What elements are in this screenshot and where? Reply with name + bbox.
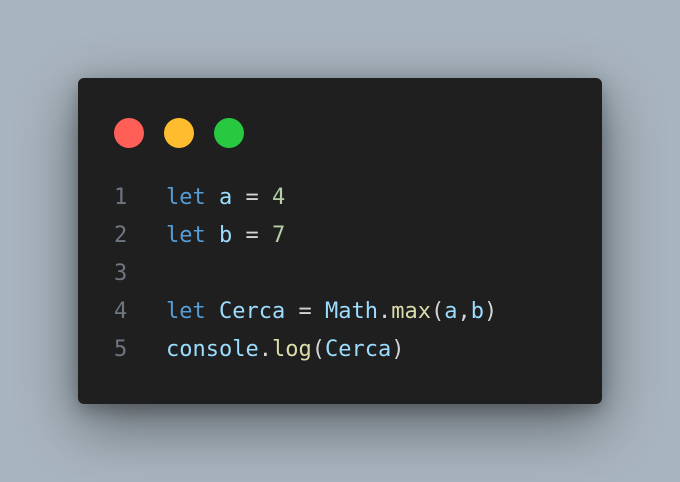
variable-token: a: [219, 184, 233, 210]
variable-token: Cerca: [324, 336, 392, 362]
variable-token: b: [470, 298, 484, 324]
function-token: log: [271, 336, 312, 362]
window-controls: [114, 118, 244, 148]
minimize-dot-icon[interactable]: [164, 118, 194, 148]
line-number: 5: [114, 336, 128, 362]
code-line-5: 5 console.log(Cerca): [114, 330, 582, 368]
comma-token: ,: [457, 298, 471, 324]
dot-token: .: [377, 298, 392, 324]
function-token: max: [391, 298, 431, 324]
paren-token: (: [311, 336, 325, 362]
line-number: 2: [114, 222, 128, 248]
dot-token: .: [258, 336, 272, 362]
number-token: 4: [272, 184, 286, 210]
code-line-4: 4 let Cerca = Math.max(a,b): [114, 292, 582, 330]
code-block: 1 let a = 4 2 let b = 7 3 4 let Cerca = …: [114, 178, 582, 368]
variable-token: a: [444, 298, 458, 324]
paren-token: ): [391, 336, 405, 362]
object-token: Math: [324, 298, 378, 324]
object-token: console: [166, 336, 259, 362]
paren-token: (: [430, 298, 445, 324]
keyword-token: let: [166, 184, 206, 210]
operator-token: =: [232, 222, 272, 248]
variable-token: b: [219, 222, 233, 248]
code-line-2: 2 let b = 7: [114, 216, 582, 254]
number-token: 7: [272, 222, 286, 248]
code-text: console.log(Cerca): [166, 337, 404, 362]
variable-token: Cerca: [219, 298, 286, 324]
operator-token: =: [232, 184, 272, 210]
code-window: 1 let a = 4 2 let b = 7 3 4 let Cerca = …: [78, 78, 602, 404]
code-text: let a = 4: [166, 185, 285, 210]
line-number: 3: [114, 260, 128, 286]
code-line-3: 3: [114, 254, 582, 292]
line-number: 1: [114, 184, 128, 210]
close-dot-icon[interactable]: [114, 118, 144, 148]
operator-token: =: [285, 298, 325, 324]
code-text: let Cerca = Math.max(a,b): [166, 299, 497, 324]
keyword-token: let: [166, 298, 206, 324]
code-line-1: 1 let a = 4: [114, 178, 582, 216]
keyword-token: let: [166, 222, 206, 248]
paren-token: ): [483, 298, 498, 324]
maximize-dot-icon[interactable]: [214, 118, 244, 148]
code-text: let b = 7: [166, 223, 285, 248]
line-number: 4: [114, 298, 128, 324]
